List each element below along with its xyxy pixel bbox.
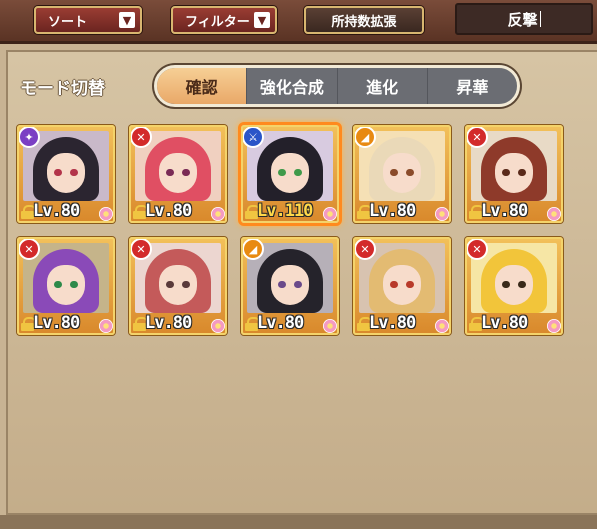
mode-tabs: 確認 強化合成 進化 昇華 — [154, 65, 520, 107]
sort-label: ソート — [48, 14, 88, 30]
unit-card[interactable]: ✕ Lv.80 — [465, 125, 563, 223]
portrait-eye — [406, 169, 414, 176]
flower-icon — [211, 319, 225, 333]
portrait-eye — [502, 281, 510, 288]
unit-card[interactable]: ✕ Lv.80 — [465, 237, 563, 335]
portrait-eye — [502, 169, 510, 176]
portrait-eye — [182, 169, 190, 176]
red-class-icon: ✕ — [467, 239, 488, 260]
portrait-face — [383, 265, 421, 305]
unit-card[interactable]: ✕ Lv.80 — [353, 237, 451, 335]
portrait-face — [47, 153, 85, 193]
portrait-eye — [390, 281, 398, 288]
tab-sublimate[interactable]: 昇華 — [428, 68, 517, 104]
unit-card[interactable]: ✕ Lv.80 — [17, 237, 115, 335]
portrait-eye — [70, 169, 78, 176]
portrait-eye — [294, 281, 302, 288]
orange-class-icon: ◢ — [355, 127, 376, 148]
red-class-icon: ✕ — [355, 239, 376, 260]
tab-confirm[interactable]: 確認 — [157, 68, 248, 104]
tab-enhance-fusion[interactable]: 強化合成 — [247, 68, 338, 104]
portrait-face — [47, 265, 85, 305]
bottom-border — [0, 515, 597, 529]
portrait-face — [495, 265, 533, 305]
unit-card[interactable]: ✦ Lv.80 — [17, 125, 115, 223]
portrait-face — [383, 153, 421, 193]
flower-icon — [435, 207, 449, 221]
portrait-eye — [166, 281, 174, 288]
unit-card[interactable]: ✕ Lv.80 — [129, 237, 227, 335]
search-input[interactable]: 反撃 — [455, 3, 593, 35]
purple-class-icon: ✦ — [19, 127, 40, 148]
flower-icon — [323, 207, 337, 221]
portrait-face — [271, 153, 309, 193]
flower-icon — [435, 319, 449, 333]
unit-level: Lv.80 — [33, 201, 80, 221]
unit-level: Lv.80 — [257, 313, 304, 333]
portrait-eye — [278, 281, 286, 288]
expand-inventory-label: 所持数拡張 — [331, 14, 397, 30]
red-class-icon: ✕ — [467, 127, 488, 148]
portrait-eye — [70, 281, 78, 288]
unit-list-screen: ソート ▼ フィルター ▼ 所持数拡張 反撃 モード切替 確認 強化合成 進化 … — [0, 0, 597, 529]
unit-card[interactable]: ◢ Lv.80 — [353, 125, 451, 223]
filter-label: フィルター — [185, 14, 250, 30]
chevron-down-icon: ▼ — [119, 12, 135, 28]
chevron-down-icon: ▼ — [254, 12, 270, 28]
search-value: 反撃 — [507, 10, 538, 29]
expand-inventory-button[interactable]: 所持数拡張 — [304, 6, 424, 34]
portrait-face — [495, 153, 533, 193]
portrait-eye — [390, 169, 398, 176]
unit-level: Lv.80 — [33, 313, 80, 333]
mode-switch-label: モード切替 — [20, 79, 105, 99]
portrait-eye — [518, 169, 526, 176]
red-class-icon: ✕ — [131, 239, 152, 260]
filter-button[interactable]: フィルター ▼ — [171, 6, 277, 34]
portrait-eye — [166, 169, 174, 176]
top-toolbar: ソート ▼ フィルター ▼ 所持数拡張 反撃 — [0, 0, 597, 44]
unit-level: Lv.80 — [481, 201, 528, 221]
unit-level: Lv.110 — [257, 201, 313, 221]
unit-level: Lv.80 — [481, 313, 528, 333]
portrait-eye — [518, 281, 526, 288]
portrait-eye — [182, 281, 190, 288]
flower-icon — [323, 319, 337, 333]
text-cursor — [539, 11, 541, 27]
unit-level: Lv.80 — [369, 201, 416, 221]
flower-icon — [99, 207, 113, 221]
flower-icon — [99, 319, 113, 333]
portrait-face — [271, 265, 309, 305]
tab-evolve[interactable]: 進化 — [338, 68, 428, 104]
portrait-face — [159, 153, 197, 193]
orange-class-icon: ◢ — [243, 239, 264, 260]
red-class-icon: ✕ — [19, 239, 40, 260]
flower-icon — [547, 319, 561, 333]
unit-card[interactable]: ✕ Lv.80 — [129, 125, 227, 223]
sort-button[interactable]: ソート ▼ — [34, 6, 142, 34]
flower-icon — [211, 207, 225, 221]
unit-card[interactable]: ⚔ Lv.110 — [241, 125, 339, 223]
unit-card[interactable]: ◢ Lv.80 — [241, 237, 339, 335]
portrait-eye — [54, 281, 62, 288]
portrait-face — [159, 265, 197, 305]
portrait-eye — [278, 169, 286, 176]
blue-class-icon: ⚔ — [243, 127, 264, 148]
unit-level: Lv.80 — [369, 313, 416, 333]
portrait-eye — [294, 169, 302, 176]
unit-level: Lv.80 — [145, 313, 192, 333]
red-class-icon: ✕ — [131, 127, 152, 148]
unit-level: Lv.80 — [145, 201, 192, 221]
flower-icon — [547, 207, 561, 221]
portrait-eye — [54, 169, 62, 176]
portrait-eye — [406, 281, 414, 288]
